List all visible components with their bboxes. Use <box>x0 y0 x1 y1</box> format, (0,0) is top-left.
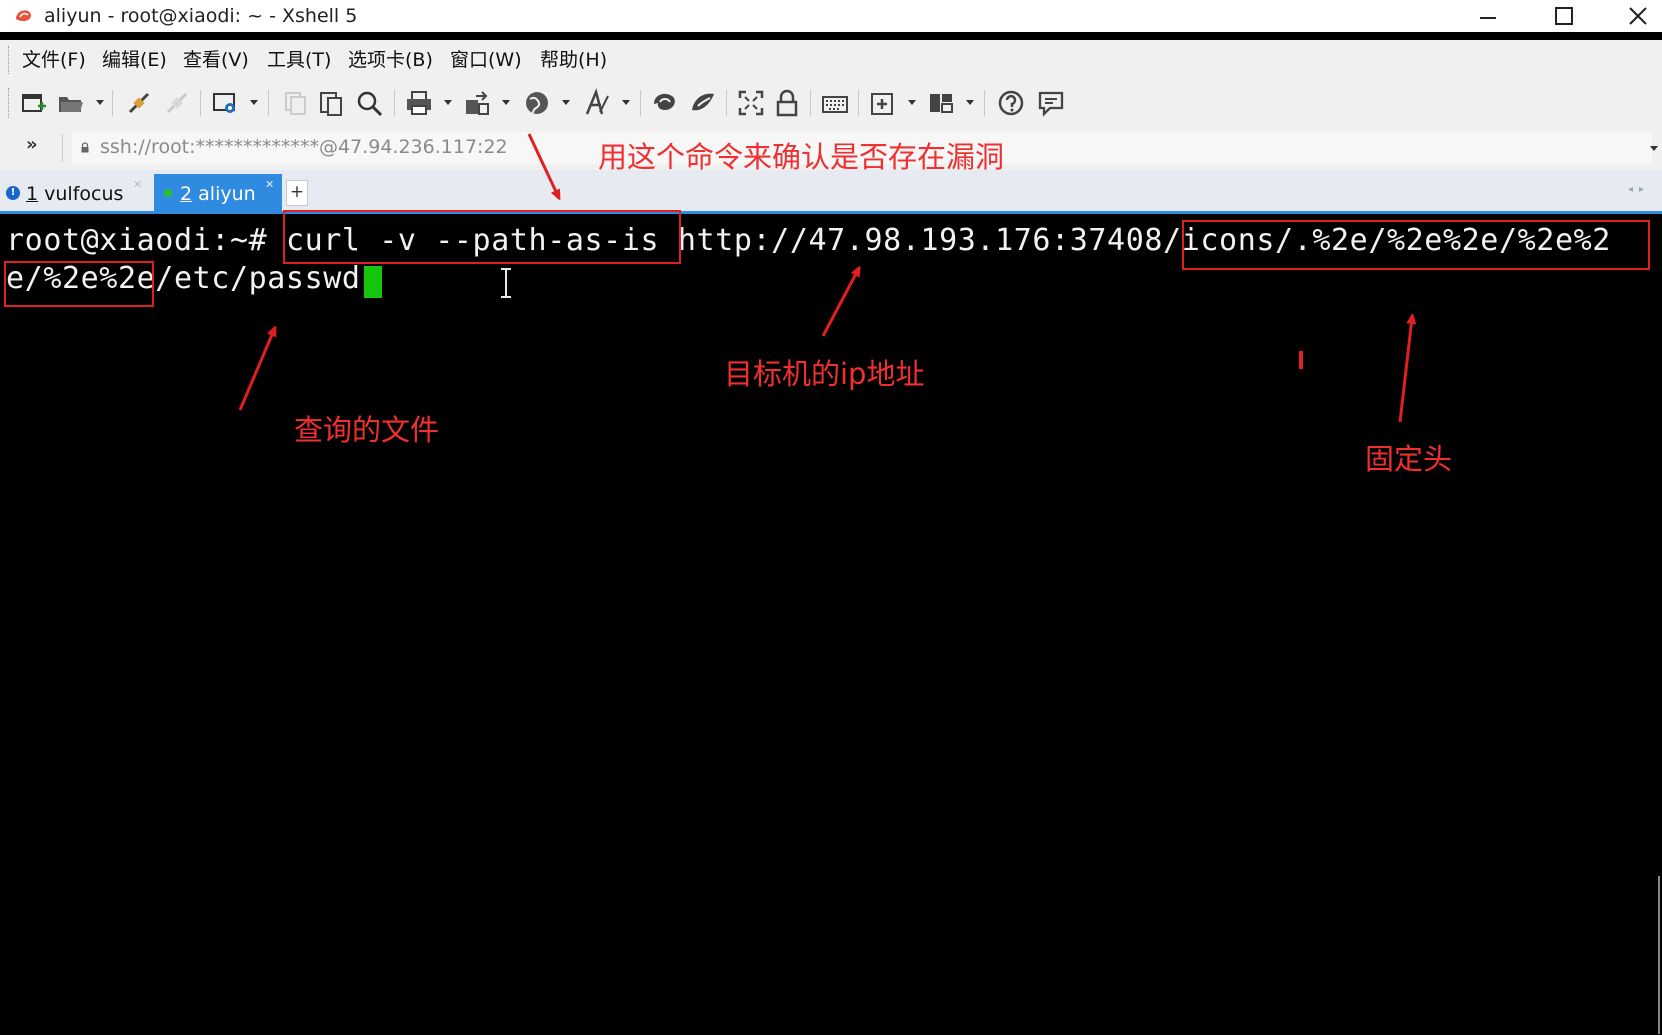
globe-icon[interactable] <box>522 88 552 118</box>
xshell-window: aliyun - root@xiaodi: ~ - Xshell 5 文件(F)… <box>0 0 1662 1035</box>
target-url: http://47.98.193.176:37408 <box>677 223 1164 258</box>
terminal-area[interactable]: root@xiaodi:~# curl -v --path-as-is http… <box>0 214 1662 1035</box>
toolbar <box>0 80 1662 126</box>
tab-vulfocus[interactable]: ! 1 vulfocus ✕ <box>0 174 152 211</box>
menu-grip <box>8 46 12 74</box>
shell-prompt: root@xiaodi:~# <box>6 223 286 258</box>
annotation-confirm-vuln: 用这个命令来确认是否存在漏洞 <box>598 140 1005 174</box>
highlight-curl-command <box>283 210 681 264</box>
keyboard-icon[interactable] <box>820 88 850 118</box>
new-tab-icon[interactable] <box>868 88 898 118</box>
print-icon[interactable] <box>404 88 434 118</box>
text-ibeam-cursor-icon <box>501 268 511 298</box>
open-folder-icon[interactable] <box>56 88 86 118</box>
close-button[interactable] <box>1604 0 1662 32</box>
tab-aliyun[interactable]: 2 aliyun ✕ <box>154 174 282 211</box>
open-dropdown[interactable] <box>96 100 104 105</box>
tab-close-icon[interactable]: ✕ <box>265 178 274 191</box>
toolbar-overflow-button[interactable]: » <box>26 134 38 155</box>
find-icon[interactable] <box>354 88 384 118</box>
lock-icon[interactable] <box>772 88 802 118</box>
connect-icon[interactable] <box>124 88 154 118</box>
toolbar-separator <box>394 90 395 116</box>
menu-tools[interactable]: 工具(T) <box>267 48 331 72</box>
minimize-icon <box>1480 16 1496 19</box>
fullscreen-icon[interactable] <box>736 88 766 118</box>
toolbar-separator <box>810 90 811 116</box>
window-title: aliyun - root@xiaodi: ~ - Xshell 5 <box>44 5 358 27</box>
minimize-button[interactable] <box>1454 0 1522 32</box>
tab-name: vulfocus <box>44 183 124 205</box>
paste-icon[interactable] <box>316 88 346 118</box>
menu-view[interactable]: 查看(V) <box>183 48 249 72</box>
add-tab-button[interactable]: + <box>286 180 308 206</box>
toolbar-separator <box>984 90 985 116</box>
annotation-query-file: 查询的文件 <box>294 413 440 447</box>
toolbar-separator <box>112 90 113 116</box>
toolbar-separator <box>640 90 641 116</box>
toolbar-separator <box>200 90 201 116</box>
terminal-cursor <box>364 266 382 298</box>
tab-number: 2 <box>180 183 193 205</box>
properties-icon[interactable] <box>210 88 240 118</box>
copy-icon[interactable] <box>280 88 310 118</box>
menu-file[interactable]: 文件(F) <box>22 48 86 72</box>
secure-lock-icon <box>81 142 89 153</box>
tab-label: 1 vulfocus <box>26 182 123 206</box>
highlight-traversal-tail <box>4 261 154 307</box>
menu-tabs[interactable]: 选项卡(B) <box>348 48 433 72</box>
globe-dropdown[interactable] <box>562 100 570 105</box>
menu-window[interactable]: 窗口(W) <box>450 48 522 72</box>
font-icon[interactable] <box>582 88 612 118</box>
chat-icon[interactable] <box>1036 88 1066 118</box>
tab-bar: ! 1 vulfocus ✕ 2 aliyun ✕ + ◂▸ <box>0 170 1662 214</box>
annotation-target-ip: 目标机的ip地址 <box>724 357 925 391</box>
connected-status-icon <box>164 189 172 197</box>
transfer-icon[interactable] <box>462 88 492 118</box>
toolbar-grip <box>8 88 12 118</box>
menu-edit[interactable]: 编辑(E) <box>102 48 167 72</box>
xftp-icon[interactable] <box>650 88 680 118</box>
tab-scroll-arrows-icon[interactable]: ◂▸ <box>1628 184 1650 195</box>
tab-name: aliyun <box>198 183 256 205</box>
layout-icon[interactable] <box>926 88 956 118</box>
highlight-fixed-header <box>1182 220 1650 270</box>
layout-dropdown[interactable] <box>966 100 974 105</box>
maximize-button[interactable] <box>1530 0 1598 32</box>
annotation-fixed-header: 固定头 <box>1365 442 1453 476</box>
terminal-scrollbar[interactable] <box>1658 876 1660 1034</box>
properties-dropdown[interactable] <box>250 100 258 105</box>
toolbar-separator <box>726 90 727 116</box>
print-dropdown[interactable] <box>444 100 452 105</box>
xmanager-icon[interactable] <box>688 88 718 118</box>
maximize-icon <box>1555 7 1573 25</box>
new-tab-dropdown[interactable] <box>908 100 916 105</box>
tab-close-icon[interactable]: ✕ <box>133 178 142 191</box>
info-badge-icon: ! <box>6 186 20 200</box>
transfer-dropdown[interactable] <box>502 100 510 105</box>
tab-label: 2 aliyun <box>180 182 256 206</box>
toolbar-separator <box>268 90 269 116</box>
font-dropdown[interactable] <box>622 100 630 105</box>
title-bar: aliyun - root@xiaodi: ~ - Xshell 5 <box>0 0 1662 32</box>
close-icon <box>1629 7 1647 25</box>
address-separator <box>62 134 63 162</box>
tab-number: 1 <box>26 183 39 205</box>
help-icon[interactable] <box>996 88 1026 118</box>
toolbar-separator <box>858 90 859 116</box>
new-session-icon[interactable] <box>18 88 48 118</box>
disconnect-icon[interactable] <box>162 88 192 118</box>
address-dropdown-icon[interactable] <box>1650 146 1658 151</box>
session-url: ssh://root:*************@47.94.236.117:2… <box>100 136 508 158</box>
xshell-logo-icon <box>16 10 31 22</box>
annotation-mark <box>1299 351 1303 369</box>
menu-bar: 文件(F) 编辑(E) 查看(V) 工具(T) 选项卡(B) 窗口(W) 帮助(… <box>0 40 1662 80</box>
menu-help[interactable]: 帮助(H) <box>540 48 607 72</box>
